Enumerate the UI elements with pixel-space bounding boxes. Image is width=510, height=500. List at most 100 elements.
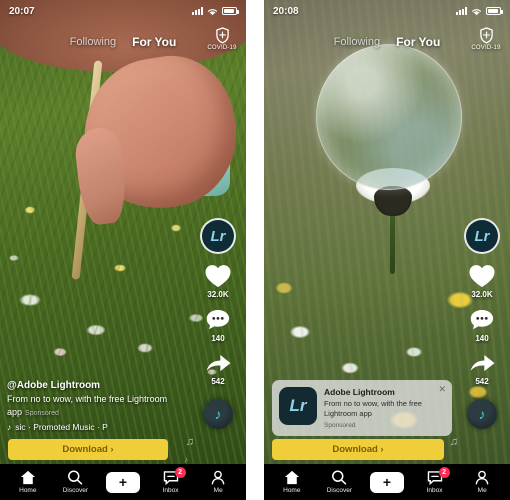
status-indicators [456, 7, 503, 16]
download-cta-button[interactable]: Download › [272, 439, 444, 460]
video-caption: @Adobe Lightroom From no to wow, with th… [7, 380, 172, 432]
chevron-right-icon: › [110, 444, 114, 455]
caption-sponsored-label: Sponsored [25, 409, 59, 417]
signal-bars-icon [456, 7, 467, 15]
sponsored-ad-card[interactable]: Lr Adobe Lightroom From no to wow, with … [272, 379, 452, 436]
inbox-badge: 2 [438, 467, 450, 478]
comment-count: 140 [475, 334, 489, 343]
ad-description: From no to wow, with the free Lightroom … [324, 398, 422, 418]
like-count: 32.0K [207, 290, 229, 299]
status-time: 20:07 [9, 5, 35, 17]
avatar[interactable]: Lr [464, 218, 500, 254]
nav-label-discover: Discover [326, 487, 353, 494]
search-icon [331, 470, 347, 485]
nav-label-home: Home [19, 487, 37, 494]
share-arrow-icon [205, 352, 232, 376]
share-button[interactable]: 542 [205, 352, 232, 386]
plus-icon[interactable]: + [366, 471, 407, 493]
nav-label-discover: Discover [62, 487, 89, 494]
comment-icon [469, 308, 495, 333]
inbox-badge: 2 [174, 467, 186, 478]
home-icon [284, 470, 300, 485]
shield-icon [479, 27, 494, 44]
nav-item-inbox[interactable]: 2 Inbox [415, 467, 455, 494]
signal-bars-icon [192, 7, 203, 15]
phone-divider [252, 0, 258, 500]
tab-for-you[interactable]: For You [396, 35, 440, 49]
nav-item-me[interactable]: Me [198, 470, 238, 494]
bottom-navigation-right: Home Discover + 2 Inbox Me [264, 464, 510, 500]
ad-card-body: Adobe Lightroom From no to wow, with the… [324, 387, 444, 429]
like-button[interactable]: 32.0K [468, 263, 496, 299]
nav-item-create[interactable]: + [102, 471, 143, 493]
caption-username[interactable]: @Adobe Lightroom [7, 380, 172, 391]
phone-screen-left: 20:07 Following For You COVID-19 Lr 32.0… [0, 0, 246, 500]
nav-label-inbox: Inbox [162, 487, 179, 494]
home-icon [20, 470, 36, 485]
action-rail: Lr 32.0K 140 542 ♪ [460, 218, 504, 429]
music-ticker[interactable]: ♪ sic · Promoted Music · P [7, 422, 172, 432]
download-label: Download [332, 444, 378, 455]
nav-item-discover[interactable]: Discover [55, 470, 95, 494]
comment-button[interactable]: 140 [205, 308, 231, 343]
chevron-right-icon: › [380, 444, 384, 455]
shield-icon [215, 27, 230, 44]
status-time: 20:08 [273, 5, 299, 17]
close-icon[interactable]: ✕ [438, 384, 446, 394]
heart-icon [204, 263, 232, 289]
flower-stem-shape [390, 212, 395, 274]
status-bar: 20:07 [0, 0, 246, 22]
like-count: 32.0K [471, 290, 493, 299]
music-note-disc-icon[interactable]: ♪ [467, 399, 497, 429]
nav-label-home: Home [283, 487, 301, 494]
nav-item-home[interactable]: Home [272, 470, 312, 494]
covid-info-button[interactable]: COVID-19 [205, 27, 239, 51]
headphone-note-icon: ♫ [449, 436, 458, 448]
comment-count: 140 [211, 334, 225, 343]
battery-icon [222, 7, 239, 15]
covid-info-button[interactable]: COVID-19 [469, 27, 503, 51]
nav-item-me[interactable]: Me [462, 470, 502, 494]
status-indicators [192, 7, 239, 16]
nav-item-create[interactable]: + [366, 471, 407, 493]
avatar[interactable]: Lr [200, 218, 236, 254]
music-note-disc-icon[interactable]: ♪ [203, 399, 233, 429]
bottom-navigation-left: Home Discover + 2 Inbox Me [0, 464, 246, 500]
phone-screen-right: 20:08 Following For You COVID-19 Lr 32.0… [264, 0, 510, 500]
tab-for-you[interactable]: For You [132, 35, 176, 49]
soap-bubble-shape [316, 44, 462, 190]
tab-following[interactable]: Following [70, 36, 116, 48]
wifi-icon [207, 7, 218, 16]
person-icon [474, 470, 490, 485]
download-cta-button[interactable]: Download › [8, 439, 168, 460]
nav-item-inbox[interactable]: 2 Inbox [151, 467, 191, 494]
tab-following[interactable]: Following [334, 36, 380, 48]
search-icon [67, 470, 83, 485]
caption-text: From no to wow, with the free Lightroom … [7, 393, 172, 418]
headphone-note-icon: ♫ [185, 436, 194, 448]
share-button[interactable]: 542 [469, 352, 496, 386]
covid-label: COVID-19 [471, 45, 501, 51]
music-ticker-text: sic · Promoted Music · P [15, 422, 108, 432]
ad-title: Adobe Lightroom [324, 386, 395, 397]
music-note-icon: ♪ [7, 422, 12, 432]
share-count: 542 [211, 377, 225, 386]
nav-item-discover[interactable]: Discover [319, 470, 359, 494]
headphone-note-small-icon: ♪ [184, 455, 188, 464]
plus-icon[interactable]: + [102, 471, 143, 493]
nav-label-inbox: Inbox [426, 487, 443, 494]
share-count: 542 [475, 377, 489, 386]
comment-button[interactable]: 140 [469, 308, 495, 343]
comment-icon [205, 308, 231, 333]
share-arrow-icon [469, 352, 496, 376]
person-icon [210, 470, 226, 485]
wifi-icon [471, 7, 482, 16]
like-button[interactable]: 32.0K [204, 263, 232, 299]
battery-icon [486, 7, 503, 15]
nav-item-home[interactable]: Home [8, 470, 48, 494]
download-label: Download [62, 444, 108, 455]
status-bar: 20:08 [264, 0, 510, 22]
ad-sponsored-label: Sponsored [324, 422, 356, 429]
dual-phone-screenshot: 20:07 Following For You COVID-19 Lr 32.0… [0, 0, 510, 500]
heart-icon [468, 263, 496, 289]
